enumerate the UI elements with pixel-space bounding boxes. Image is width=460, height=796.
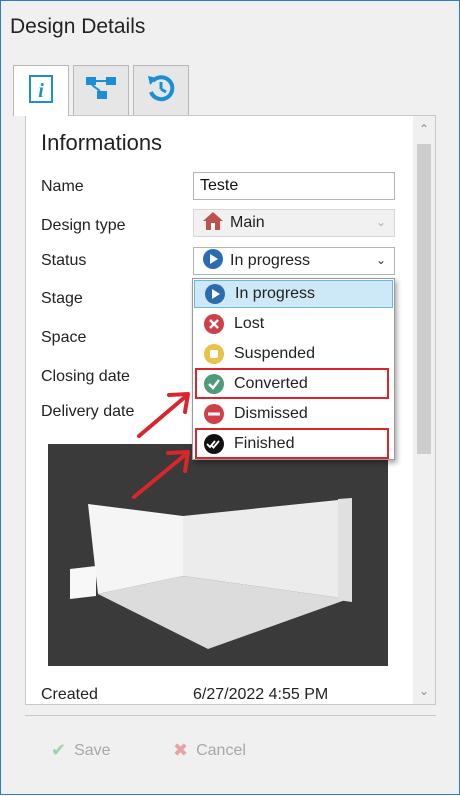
design-type-label: Design type [41, 217, 126, 234]
closing-date-label: Closing date [41, 368, 130, 385]
status-option-suspended[interactable]: Suspended [194, 340, 393, 368]
svg-text:i: i [38, 80, 44, 102]
finished-highlight-box [195, 428, 389, 459]
info-icon: i [28, 74, 54, 109]
option-label: In progress [235, 285, 316, 302]
status-option-in-progress[interactable]: In progress [194, 280, 393, 308]
hierarchy-icon [84, 74, 118, 107]
cancel-button[interactable]: ✖ Cancel [173, 740, 246, 761]
x-circle-icon [202, 312, 226, 336]
section-title: Informations [41, 130, 163, 155]
status-option-lost[interactable]: Lost [194, 310, 393, 338]
scroll-down-icon[interactable]: ⌄ [413, 680, 435, 702]
window-title: Design Details [10, 15, 146, 38]
status-select[interactable]: In progress ⌄ [193, 247, 395, 275]
design-preview-image [48, 444, 388, 666]
created-label: Created [41, 686, 98, 703]
cancel-label: Cancel [196, 741, 246, 759]
check-icon: ✔ [51, 740, 67, 760]
minus-circle-icon [202, 402, 226, 426]
option-label: Suspended [234, 345, 315, 362]
option-label: Lost [234, 315, 265, 332]
tab-info[interactable]: i [13, 65, 69, 116]
name-field[interactable]: Teste [193, 172, 395, 200]
status-label: Status [41, 252, 87, 269]
play-circle-icon [203, 282, 227, 306]
house-icon [202, 211, 224, 236]
history-icon [145, 72, 177, 109]
design-type-value: Main [230, 214, 265, 231]
status-value: In progress [230, 252, 311, 269]
pause-circle-icon [202, 342, 226, 366]
scroll-up-icon[interactable]: ⌃ [413, 118, 435, 140]
chevron-down-icon: ⌄ [375, 253, 386, 267]
delivery-date-label: Delivery date [41, 403, 135, 420]
option-label: Dismissed [234, 405, 308, 422]
tab-hierarchy[interactable] [73, 65, 129, 115]
space-label: Space [41, 329, 87, 346]
stage-label: Stage [41, 290, 83, 307]
close-icon: ✖ [173, 740, 189, 760]
vertical-scrollbar[interactable]: ⌃ ⌄ [413, 116, 435, 704]
tab-history[interactable] [133, 65, 189, 115]
scroll-thumb[interactable] [417, 144, 431, 454]
status-option-dismissed[interactable]: Dismissed [194, 400, 393, 428]
converted-highlight-box [195, 368, 389, 399]
created-value: 6/27/2022 4:55 PM [193, 686, 329, 703]
save-button[interactable]: ✔ Save [51, 740, 111, 761]
chevron-down-icon: ⌄ [375, 215, 386, 229]
design-details-window: Design Details i Informations Name Teste… [0, 0, 460, 795]
footer-divider [25, 715, 436, 716]
save-label: Save [74, 741, 111, 759]
name-label: Name [41, 178, 84, 195]
play-circle-icon [202, 248, 224, 275]
design-type-select[interactable]: Main ⌄ [193, 209, 395, 237]
